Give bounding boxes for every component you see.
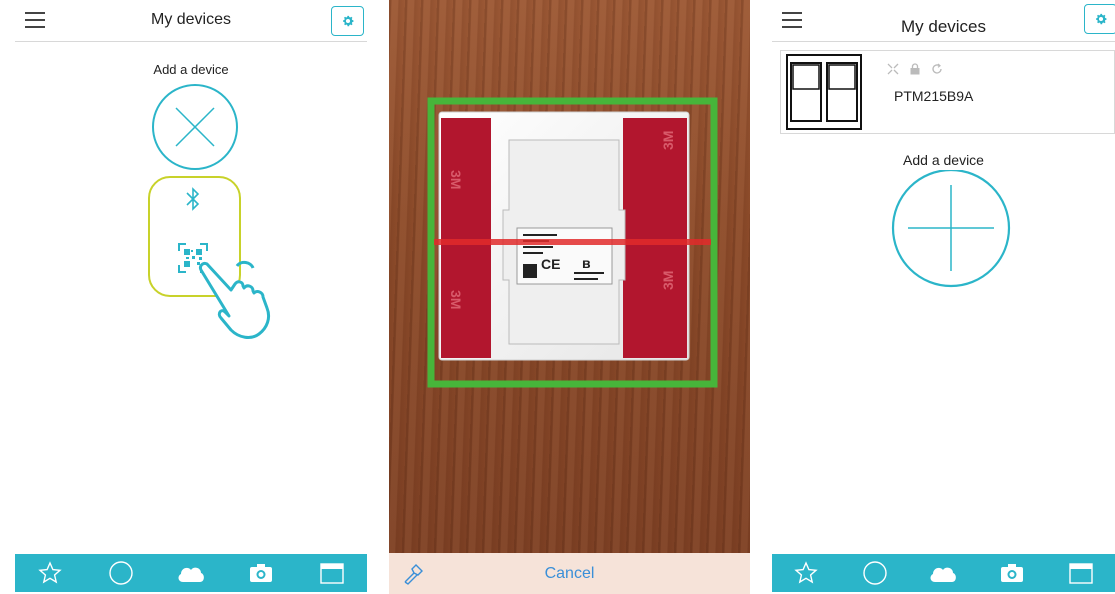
cloud-icon: [178, 567, 204, 582]
calendar-icon: [1068, 563, 1093, 584]
page-title: My devices: [900, 17, 987, 36]
nav-cloud[interactable]: [926, 558, 960, 588]
screen-add-device-options: My devices Add a device: [15, 0, 367, 594]
add-device-label: Add a device: [903, 152, 984, 168]
gear-icon: [342, 15, 353, 27]
star-icon: [794, 561, 818, 584]
cloud-icon: [931, 567, 957, 582]
nav-favorites[interactable]: [789, 558, 823, 588]
settings-button[interactable]: [1084, 4, 1115, 34]
app-header: My devices: [772, 0, 1115, 42]
pointing-hand-icon: [199, 260, 271, 339]
nav-calendar[interactable]: [315, 558, 349, 588]
cancel-button[interactable]: Cancel: [389, 565, 750, 583]
calendar-icon: [320, 563, 344, 584]
switch-thumbnail: [786, 54, 862, 130]
svg-text:3M: 3M: [660, 271, 676, 290]
nav-camera[interactable]: [244, 558, 278, 588]
nav-devices[interactable]: [858, 558, 892, 588]
scanner-toolbar: Cancel: [389, 553, 750, 594]
svg-text:CE: CE: [541, 256, 560, 272]
rocker-switch-icon: [790, 62, 858, 122]
page-title: My devices: [150, 11, 232, 28]
nav-favorites[interactable]: [33, 558, 67, 588]
nav-devices[interactable]: [104, 558, 138, 588]
refresh-icon: [932, 63, 942, 74]
nav-cloud[interactable]: [174, 558, 208, 588]
device-name: PTM215B9A: [894, 88, 974, 104]
star-icon: [38, 561, 62, 584]
settings-button[interactable]: [331, 6, 364, 36]
bottom-nav: [15, 554, 367, 592]
nav-calendar[interactable]: [1064, 558, 1098, 588]
svg-text:3M: 3M: [660, 131, 676, 150]
svg-text:3M: 3M: [448, 290, 464, 309]
camera-icon: [1001, 564, 1024, 582]
bottom-nav: [772, 554, 1115, 592]
scanned-device-photo: 3M 3M 3M 3M CE ʙ: [427, 97, 718, 388]
add-device-label: Add a device: [153, 62, 229, 77]
svg-text:ʙ: ʙ: [582, 255, 591, 271]
close-circle-icon[interactable]: [150, 82, 240, 172]
camera-icon: [250, 564, 273, 582]
device-status-icons: [887, 63, 943, 75]
lock-icon: [910, 63, 920, 75]
svg-text:3M: 3M: [448, 170, 464, 189]
circle-icon: [108, 561, 133, 585]
app-header: My devices: [15, 0, 367, 42]
screen-qr-scanner: 3M 3M 3M 3M CE ʙ Cancel: [389, 0, 750, 594]
bluetooth-icon[interactable]: [184, 186, 202, 212]
collapse-icon: [887, 63, 899, 75]
device-card[interactable]: PTM215B9A: [780, 50, 1115, 134]
screen-device-list: My devices PTM215B9A Add a device: [772, 0, 1115, 594]
add-circle-icon[interactable]: [888, 170, 1014, 288]
circle-icon: [863, 561, 887, 585]
gear-icon: [1095, 13, 1106, 25]
nav-camera[interactable]: [995, 558, 1029, 588]
